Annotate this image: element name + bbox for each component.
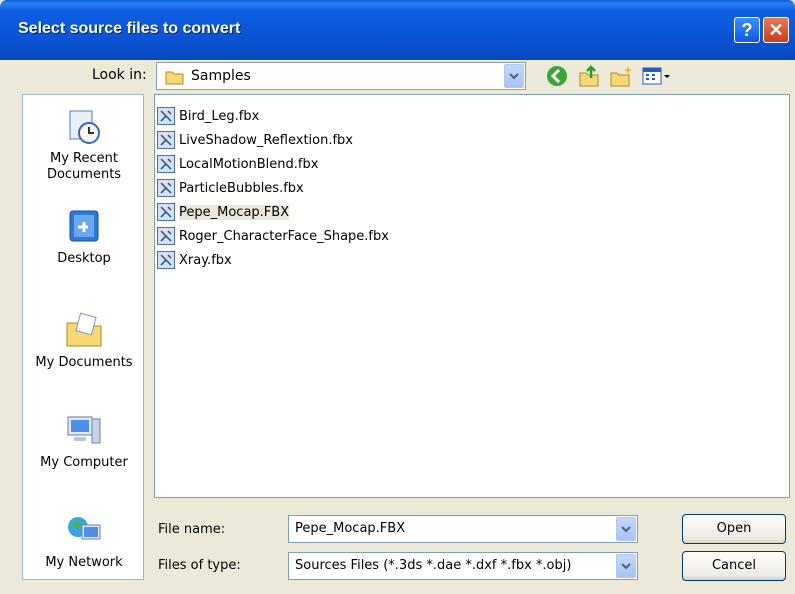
window-title: Select source files to convert — [18, 20, 241, 37]
up-folder-icon[interactable] — [577, 64, 601, 88]
toolbar — [545, 64, 671, 88]
list-item[interactable]: ParticleBubbles.fbx — [157, 177, 308, 199]
place-my-network[interactable]: My Network — [23, 511, 145, 571]
place-label: My Recent Documents — [46, 151, 122, 182]
place-recent-documents[interactable]: My Recent Documents — [23, 107, 145, 183]
title-bar: Select source files to convert ? ✕ — [0, 0, 795, 60]
fbx-file-icon — [157, 251, 175, 269]
file-list[interactable]: Bird_Leg.fbx LiveShadow_Reflextion.fbx L… — [154, 94, 790, 498]
cancel-button[interactable]: Cancel — [682, 551, 786, 581]
place-label: My Network — [45, 555, 123, 570]
new-folder-icon[interactable] — [609, 64, 633, 88]
my-documents-icon — [64, 311, 104, 351]
filename-input[interactable]: Pepe_Mocap.FBX — [288, 515, 638, 543]
place-desktop[interactable]: Desktop — [23, 207, 145, 267]
list-item[interactable]: Bird_Leg.fbx — [157, 105, 263, 127]
back-icon[interactable] — [545, 64, 569, 88]
my-computer-icon — [64, 411, 104, 451]
file-name: LiveShadow_Reflextion.fbx — [179, 132, 353, 148]
file-name: LocalMotionBlend.fbx — [179, 156, 319, 172]
lookin-combo[interactable]: Samples — [156, 62, 526, 90]
fbx-file-icon — [157, 227, 175, 245]
filetype-select[interactable]: Sources Files (*.3ds *.dae *.dxf *.fbx *… — [288, 552, 638, 580]
file-name: ParticleBubbles.fbx — [179, 180, 304, 196]
folder-icon — [165, 69, 185, 89]
list-item[interactable]: LiveShadow_Reflextion.fbx — [157, 129, 357, 151]
file-name: Bird_Leg.fbx — [179, 108, 260, 124]
list-item[interactable]: Xray.fbx — [157, 249, 236, 271]
list-item[interactable]: LocalMotionBlend.fbx — [157, 153, 322, 175]
place-my-documents[interactable]: My Documents — [23, 311, 145, 371]
fbx-file-icon — [157, 107, 175, 125]
chevron-down-icon[interactable] — [504, 64, 524, 88]
lookin-value: Samples — [191, 68, 251, 84]
fbx-file-icon — [157, 179, 175, 197]
chevron-down-icon[interactable] — [616, 554, 636, 578]
lookin-label: Look in: — [92, 67, 147, 83]
place-label: My Documents — [35, 355, 133, 370]
desktop-icon — [64, 207, 104, 247]
place-my-computer[interactable]: My Computer — [23, 411, 145, 471]
place-label: My Computer — [40, 455, 128, 470]
fbx-file-icon — [157, 155, 175, 173]
filetype-label: Files of type: — [158, 558, 241, 573]
file-name: Pepe_Mocap.FBX — [179, 204, 290, 220]
file-name: Xray.fbx — [179, 252, 232, 268]
view-menu-icon[interactable] — [641, 64, 671, 88]
filetype-value: Sources Files (*.3ds *.dae *.dxf *.fbx *… — [295, 558, 572, 573]
list-item[interactable]: Roger_CharacterFace_Shape.fbx — [157, 225, 393, 247]
place-label: Desktop — [57, 251, 111, 266]
help-button[interactable]: ? — [734, 17, 760, 43]
filename-label: File name: — [158, 522, 226, 537]
fbx-file-icon — [157, 131, 175, 149]
recent-documents-icon — [64, 107, 104, 147]
my-network-icon — [64, 511, 104, 551]
open-button[interactable]: Open — [682, 514, 786, 544]
fbx-file-icon — [157, 203, 175, 221]
chevron-down-icon[interactable] — [616, 517, 636, 541]
filename-value: Pepe_Mocap.FBX — [295, 521, 406, 536]
places-bar: My Recent Documents Desktop My Documents… — [22, 94, 144, 580]
file-name: Roger_CharacterFace_Shape.fbx — [179, 228, 389, 244]
dialog-body: Look in: Samples My Recent Documents Des… — [0, 60, 795, 594]
list-item-selected[interactable]: Pepe_Mocap.FBX — [157, 201, 293, 223]
close-button[interactable]: ✕ — [763, 17, 789, 43]
